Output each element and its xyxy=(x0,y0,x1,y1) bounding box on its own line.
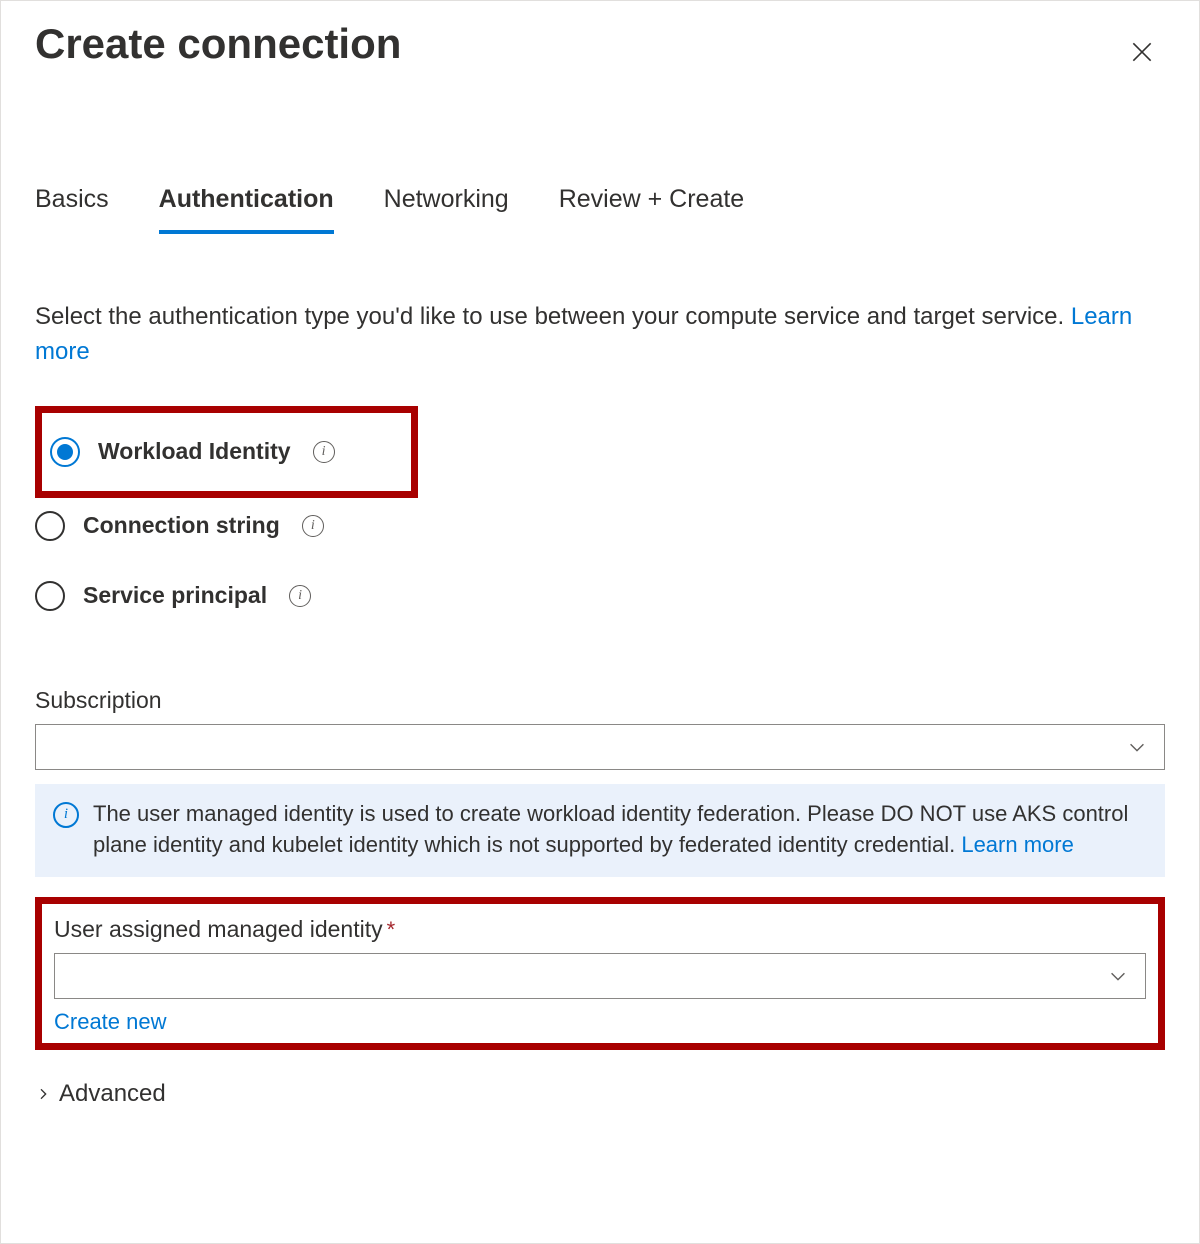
info-icon: i xyxy=(53,802,79,828)
chevron-down-icon xyxy=(1107,965,1129,987)
subscription-field: Subscription i The user managed identity… xyxy=(35,687,1165,878)
panel-title: Create connection xyxy=(35,21,401,67)
subscription-label: Subscription xyxy=(35,687,1165,714)
tab-networking[interactable]: Networking xyxy=(384,185,509,234)
tab-review-create[interactable]: Review + Create xyxy=(559,185,745,234)
close-button[interactable] xyxy=(1119,29,1165,75)
radio-indicator xyxy=(35,511,65,541)
tab-bar: Basics Authentication Networking Review … xyxy=(35,185,1165,234)
subscription-dropdown[interactable] xyxy=(35,724,1165,770)
auth-helptext: Select the authentication type you'd lik… xyxy=(35,300,1165,370)
info-icon[interactable]: i xyxy=(302,515,324,537)
chevron-right-icon xyxy=(35,1086,51,1102)
create-new-link[interactable]: Create new xyxy=(54,1009,167,1035)
radio-label: Service principal xyxy=(83,582,267,609)
advanced-toggle[interactable]: Advanced xyxy=(35,1080,1165,1108)
radio-indicator xyxy=(50,437,80,467)
radio-workload-identity[interactable]: Workload Identity i xyxy=(50,417,335,487)
uami-label: User assigned managed identity* xyxy=(54,916,1146,943)
advanced-label: Advanced xyxy=(59,1080,166,1108)
uami-dropdown[interactable] xyxy=(54,953,1146,999)
info-icon[interactable]: i xyxy=(289,585,311,607)
info-panel-text: The user managed identity is used to cre… xyxy=(93,798,1147,862)
radio-indicator xyxy=(35,581,65,611)
panel-header: Create connection xyxy=(35,21,1165,75)
radio-label: Workload Identity xyxy=(98,438,291,465)
required-marker: * xyxy=(387,917,396,942)
highlight-user-assigned-identity: User assigned managed identity* Create n… xyxy=(35,897,1165,1050)
radio-service-principal[interactable]: Service principal i xyxy=(35,561,1165,631)
info-icon[interactable]: i xyxy=(313,441,335,463)
close-icon xyxy=(1129,39,1155,65)
auth-helptext-text: Select the authentication type you'd lik… xyxy=(35,303,1071,330)
chevron-down-icon xyxy=(1126,736,1148,758)
create-connection-panel: Create connection Basics Authentication … xyxy=(0,0,1200,1244)
radio-label: Connection string xyxy=(83,512,280,539)
tab-authentication[interactable]: Authentication xyxy=(159,185,334,234)
info-panel-link[interactable]: Learn more xyxy=(961,832,1074,857)
info-panel: i The user managed identity is used to c… xyxy=(35,784,1165,878)
highlight-workload-identity: Workload Identity i xyxy=(35,406,418,498)
auth-type-radio-group: Workload Identity i Connection string i … xyxy=(35,406,1165,631)
radio-connection-string[interactable]: Connection string i xyxy=(35,491,1165,561)
tab-basics[interactable]: Basics xyxy=(35,185,109,234)
